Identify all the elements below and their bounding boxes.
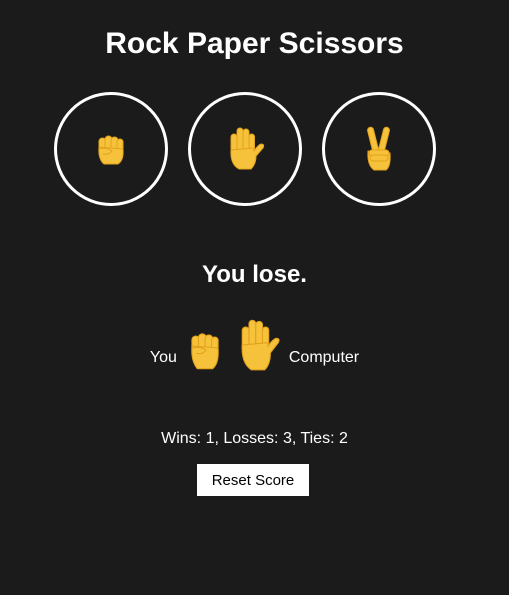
player-label: You xyxy=(149,349,177,366)
score-display: Wins: 1, Losses: 3, Ties: 2 xyxy=(161,430,348,447)
rock-button[interactable] xyxy=(54,92,168,206)
moves-display: You Computer xyxy=(0,312,509,372)
computer-move-raised-hand-icon xyxy=(241,319,280,371)
paper-button[interactable] xyxy=(188,92,302,206)
reset-score-button[interactable]: Reset Score xyxy=(197,464,309,496)
victory-hand-icon xyxy=(367,126,391,171)
player-move-raised-fist-icon xyxy=(191,333,219,370)
raised-hand-icon xyxy=(230,127,265,170)
result-message: You lose. xyxy=(202,261,307,288)
scissors-button[interactable] xyxy=(322,92,436,206)
computer-label: Computer xyxy=(288,349,360,366)
move-choices xyxy=(54,92,442,212)
raised-fist-icon xyxy=(98,135,124,165)
page-title: Rock Paper Scissors xyxy=(105,27,404,60)
